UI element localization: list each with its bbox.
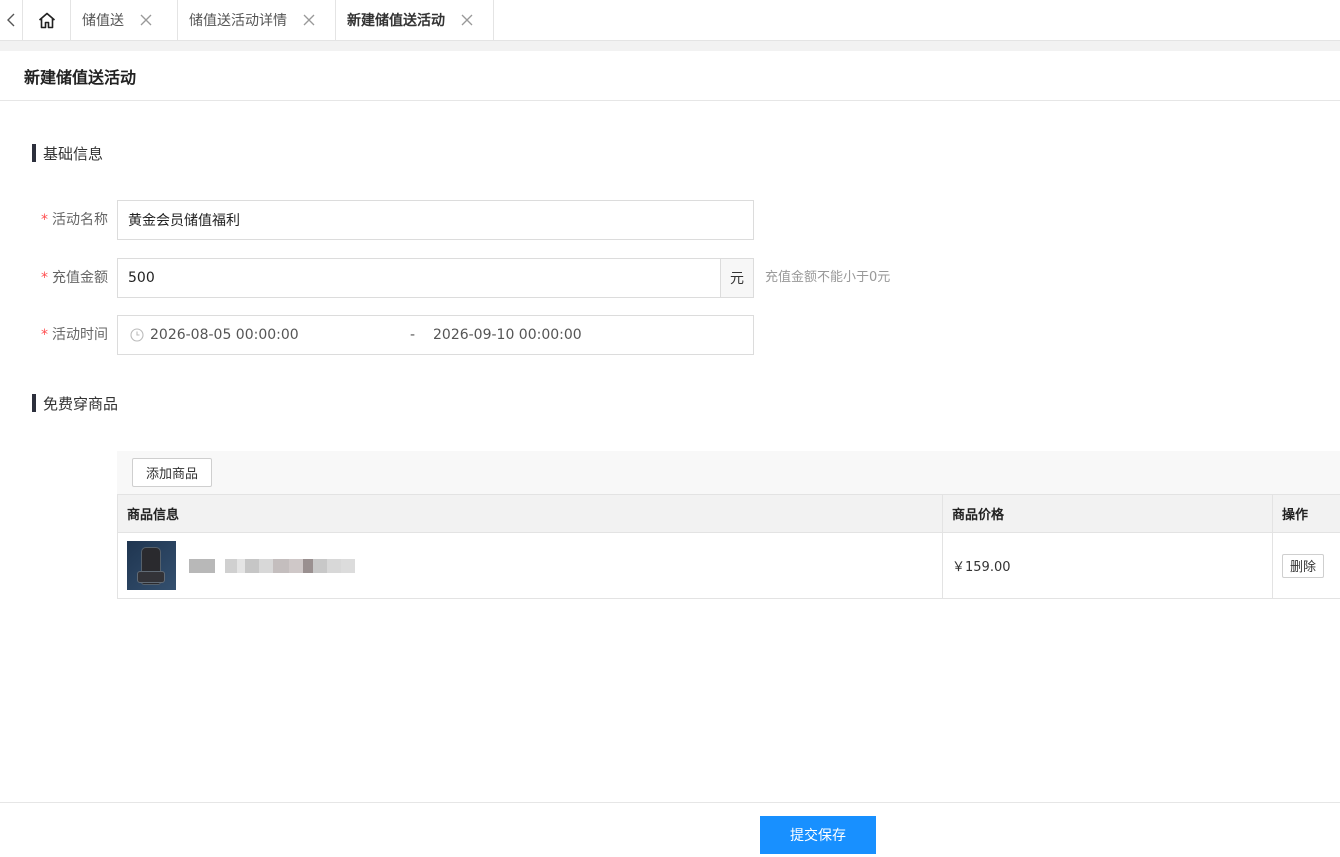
tab-new-activity[interactable]: 新建储值送活动 [336, 0, 494, 40]
section-title-basic: 基础信息 [32, 144, 104, 163]
section-label: 基础信息 [43, 144, 104, 163]
tab-home[interactable] [23, 0, 71, 40]
product-info [127, 541, 942, 590]
date-range-picker[interactable]: 2026-08-05 00:00:00 - 2026-09-10 00:00:0… [117, 315, 754, 355]
end-date[interactable]: 2026-09-10 00:00:00 [433, 327, 582, 343]
submit-save-button[interactable]: 提交保存 [760, 816, 876, 854]
product-toolbar: 添加商品 [117, 451, 1340, 494]
tab-label: 储值送活动详情 [189, 13, 287, 29]
page-title: 新建储值送活动 [24, 67, 137, 87]
tab-label: 储值送 [82, 13, 124, 29]
close-icon[interactable] [303, 14, 315, 26]
product-info-cell [117, 532, 943, 599]
tab-label: 新建储值送活动 [347, 13, 445, 29]
close-icon[interactable] [461, 14, 473, 26]
required-mark: * [41, 327, 48, 343]
input-value: 黄金会员储值福利 [128, 213, 240, 229]
column-header-price: 商品价格 [942, 494, 1273, 533]
date-separator: - [410, 327, 416, 343]
product-price: ￥159.00 [942, 532, 1273, 599]
required-mark: * [41, 270, 48, 286]
activity-name-input[interactable]: 黄金会员储值福利 [117, 200, 754, 240]
chevron-left-icon [7, 13, 15, 27]
column-header-action: 操作 [1272, 494, 1340, 533]
amount-label: * 充值金额 [41, 258, 108, 298]
clock-icon [130, 328, 144, 342]
table-row: ￥159.00 删除 [117, 532, 1340, 599]
add-product-button[interactable]: 添加商品 [132, 458, 213, 487]
seat-cushion-image [137, 571, 165, 583]
close-icon[interactable] [140, 14, 152, 26]
back-button[interactable] [0, 0, 23, 40]
amount-unit: 元 [720, 259, 753, 297]
start-date[interactable]: 2026-08-05 00:00:00 [150, 327, 299, 343]
product-action-cell: 删除 [1272, 532, 1340, 599]
divider [0, 41, 1340, 51]
recharge-amount-input[interactable]: 500 元 [117, 258, 754, 298]
delete-button[interactable]: 删除 [1282, 553, 1325, 578]
product-name-redacted [189, 558, 355, 573]
form-row-name: * 活动名称 黄金会员储值福利 [0, 200, 760, 240]
column-header-info: 商品信息 [117, 494, 943, 533]
name-label: * 活动名称 [41, 200, 108, 240]
tab-bar: 储值送 储值送活动详情 新建储值送活动 [0, 0, 1340, 41]
section-bar [32, 144, 36, 162]
form-row-amount: * 充值金额 500 元 充值金额不能小于0元 [0, 258, 1000, 298]
label-text: 活动名称 [52, 212, 108, 228]
required-mark: * [41, 212, 48, 228]
form-row-time: * 活动时间 2026-08-05 00:00:00 - 2026-09-10 0… [0, 315, 760, 355]
section-label: 免费穿商品 [43, 394, 119, 413]
footer-bar: 提交保存 [0, 802, 1340, 857]
time-label: * 活动时间 [41, 315, 108, 355]
table-header-row: 商品信息 商品价格 操作 [117, 494, 1340, 533]
page-header: 新建储值送活动 [0, 51, 1340, 101]
label-text: 活动时间 [52, 327, 108, 343]
product-panel: 添加商品 商品信息 商品价格 操作 ￥159.00 删除 [117, 451, 1340, 599]
tab-activity-detail[interactable]: 储值送活动详情 [178, 0, 336, 40]
product-table: 商品信息 商品价格 操作 ￥159.00 删除 [117, 494, 1340, 599]
product-thumbnail [127, 541, 176, 590]
label-text: 充值金额 [52, 270, 108, 286]
input-value: 500 [128, 270, 155, 286]
section-title-products: 免费穿商品 [32, 394, 119, 413]
tab-chuzhisong[interactable]: 储值送 [71, 0, 178, 40]
section-bar [32, 394, 36, 412]
amount-hint: 充值金额不能小于0元 [765, 270, 891, 285]
home-icon [38, 12, 55, 28]
